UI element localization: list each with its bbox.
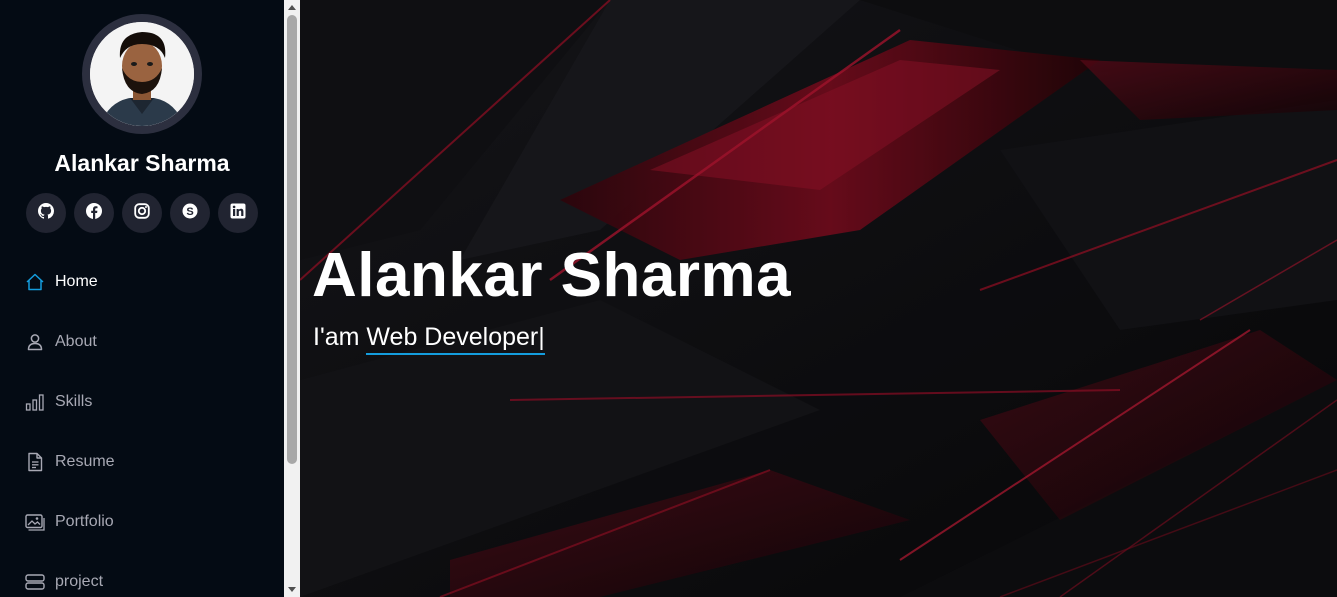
nav-item-project[interactable]: project [0,552,284,597]
nav-item-label: About [55,333,97,350]
images-icon [24,511,46,533]
facebook-icon [86,202,102,224]
nav-item-label: project [55,573,104,590]
hero-title: Alankar Sharma [312,241,792,310]
nav-item-resume[interactable]: Resume [0,432,284,492]
skype-icon: S [182,203,198,224]
nav-item-label: Portfolio [55,513,114,530]
person-icon [24,331,46,353]
github-link[interactable] [26,193,66,233]
home-icon [24,271,46,293]
nav-item-skills[interactable]: Skills [0,372,284,432]
nav-item-label: Resume [55,453,115,470]
scrollbar-thumb[interactable] [287,15,297,464]
instagram-link[interactable] [122,193,162,233]
nav-item-label: Skills [55,393,93,410]
profile-name: Alankar Sharma [54,150,230,176]
document-icon [24,451,46,473]
scroll-up-arrow-icon[interactable] [284,0,300,14]
github-icon [38,202,55,224]
server-icon [24,571,46,593]
linkedin-link[interactable] [218,193,258,233]
instagram-icon [134,202,150,224]
avatar [90,22,194,126]
bar-chart-icon [24,391,46,413]
hero-prefix: I'am [313,323,367,351]
linkedin-icon [230,203,246,224]
skype-link[interactable]: S [170,193,210,233]
svg-text:S: S [186,205,193,217]
hero-section: Alankar Sharma I'am Web Developer| [300,0,1337,597]
scroll-down-arrow-icon[interactable] [284,583,300,597]
facebook-link[interactable] [74,193,114,233]
typing-cursor: | [538,323,545,351]
sidebar: Alankar Sharma S Home About Skills Resum… [0,0,284,597]
nav-item-about[interactable]: About [0,312,284,372]
typed-role: Web Developer [366,323,539,351]
nav-item-label: Home [55,273,98,290]
typed-role-text: Web Developer| [366,323,545,355]
sidebar-scrollbar[interactable] [284,0,300,597]
nav-item-portfolio[interactable]: Portfolio [0,492,284,552]
profile-avatar-ring [82,14,202,134]
social-links: S [26,193,258,233]
main-nav: Home About Skills Resume Portfolio proje… [0,252,284,597]
nav-item-home[interactable]: Home [0,252,284,312]
hero-subtitle: I'am Web Developer| [313,323,545,355]
